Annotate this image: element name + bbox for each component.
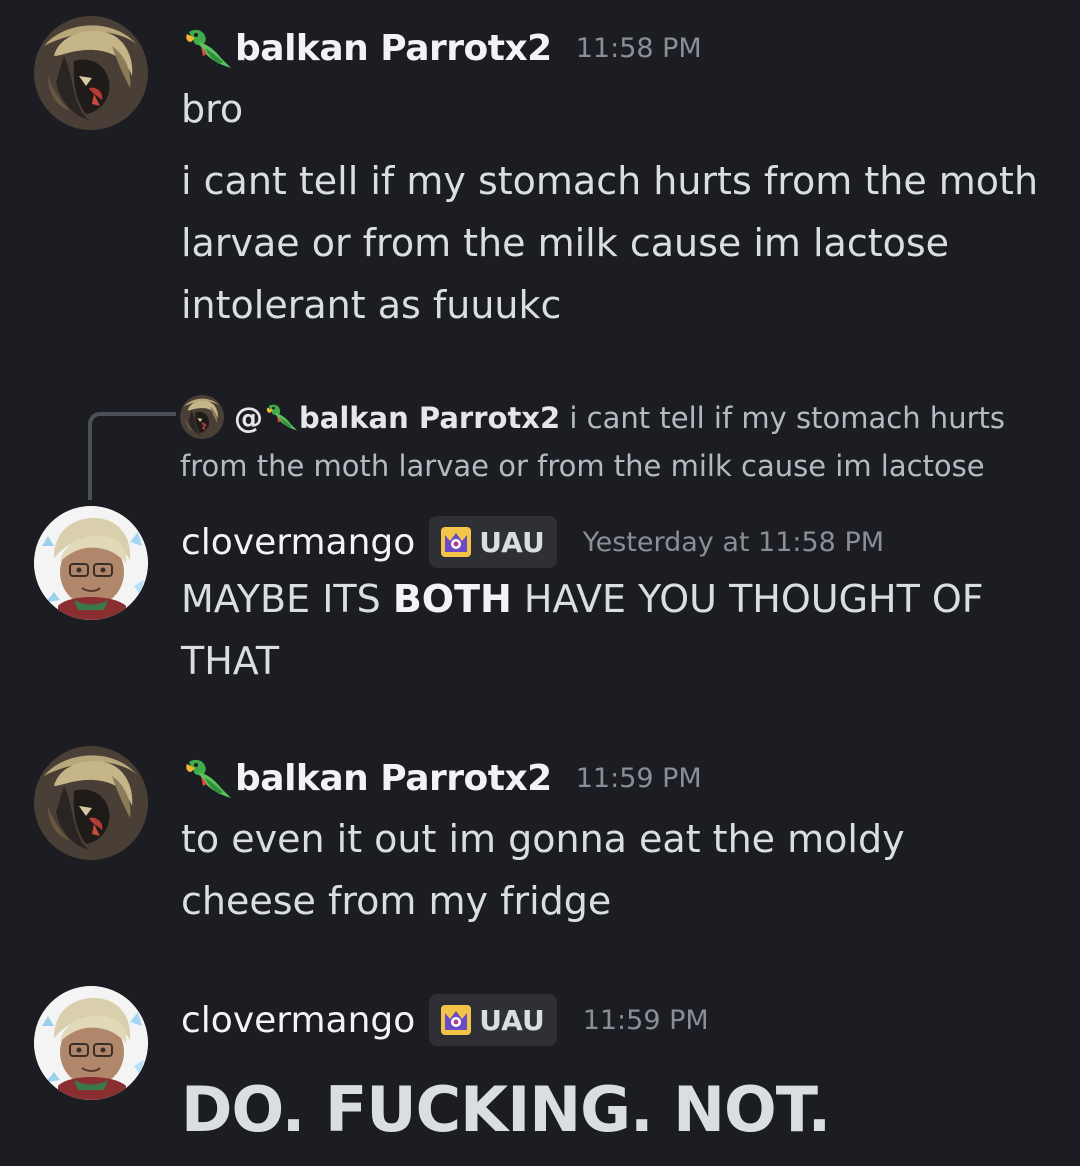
server-tag-label: UAU	[479, 525, 545, 559]
message-header: clovermango UAU Yesterday at 11:58 PM	[181, 512, 884, 572]
reply-author[interactable]: @ balkan Parrotx2	[234, 401, 560, 435]
message-line: bro	[181, 87, 244, 131]
server-tag[interactable]: UAU	[429, 516, 557, 568]
author-name[interactable]: clovermango	[181, 522, 415, 563]
reply-avatar	[180, 395, 224, 439]
server-tag[interactable]: UAU	[429, 994, 557, 1046]
parrot-icon	[263, 402, 299, 432]
message-header: clovermango UAU 11:59 PM	[181, 990, 709, 1050]
avatar[interactable]	[34, 986, 148, 1100]
crown-badge-icon	[439, 525, 473, 559]
author-name[interactable]: clovermango	[181, 1000, 415, 1041]
message-line: i cant tell if my stomach hurts from the…	[181, 159, 1039, 327]
parrot-icon	[181, 26, 233, 70]
message-text: MAYBE ITS BOTH HAVE YOU THOUGHT OF THAT	[181, 577, 984, 683]
timestamp[interactable]: 11:59 PM	[583, 1005, 709, 1036]
timestamp[interactable]: Yesterday at 11:58 PM	[583, 527, 884, 558]
crown-badge-icon	[439, 1003, 473, 1037]
message-header: balkan Parrotx2 11:58 PM	[181, 18, 702, 78]
reply-connector	[88, 412, 176, 500]
message-text: to even it out im gonna eat the moldy ch…	[181, 817, 905, 923]
timestamp[interactable]: 11:59 PM	[576, 763, 702, 794]
timestamp[interactable]: 11:58 PM	[576, 33, 702, 64]
reply-preview[interactable]: @ balkan Parrotx2 i cant tell if my stoma…	[180, 394, 1030, 490]
avatar[interactable]	[34, 506, 148, 620]
message-text: DO. FUCKING. NOT.	[181, 1073, 831, 1146]
parrot-icon	[181, 756, 233, 800]
avatar[interactable]	[34, 746, 148, 860]
avatar[interactable]	[34, 16, 148, 130]
server-tag-label: UAU	[479, 1003, 545, 1037]
author-name[interactable]: balkan Parrotx2	[235, 758, 552, 799]
message-header: balkan Parrotx2 11:59 PM	[181, 748, 702, 808]
author-name[interactable]: balkan Parrotx2	[235, 28, 552, 69]
